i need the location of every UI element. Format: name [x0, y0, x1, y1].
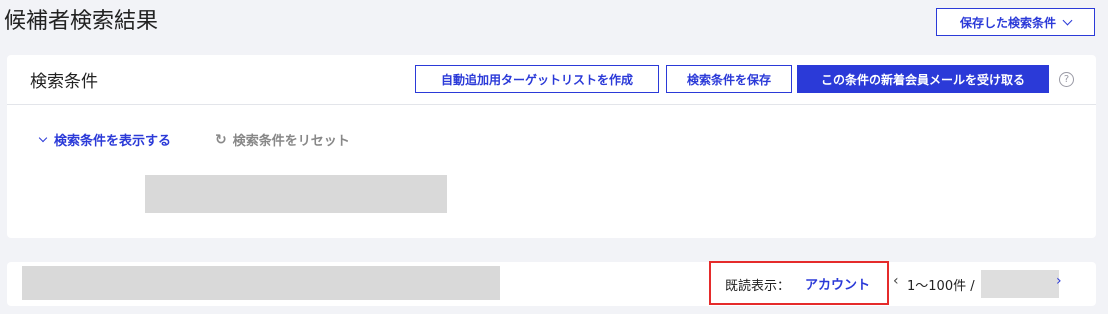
- show-search-conditions-link[interactable]: 検索条件を表示する: [38, 130, 172, 149]
- show-search-conditions-label: 検索条件を表示する: [54, 134, 172, 149]
- read-display-label: 既読表示：: [725, 279, 791, 294]
- create-auto-target-list-button[interactable]: 自動追加用ターゲットリストを作成: [415, 65, 659, 93]
- page-title: 候補者検索結果: [4, 9, 159, 34]
- reset-search-conditions-label: 検索条件をリセット: [232, 134, 350, 149]
- previous-page-icon[interactable]: ‹: [893, 273, 899, 289]
- chevron-down-icon: [38, 133, 48, 142]
- card-divider: [7, 104, 1096, 105]
- reset-icon: ↻: [215, 131, 227, 148]
- reset-search-conditions-link[interactable]: ↻ 検索条件をリセット: [215, 130, 350, 150]
- help-icon[interactable]: ?: [1059, 72, 1074, 87]
- saved-conditions-button[interactable]: 保存した検索条件: [936, 8, 1095, 36]
- chevron-down-icon: [1062, 15, 1073, 25]
- result-range: 1〜100件 /: [907, 279, 975, 294]
- next-page-icon[interactable]: ›: [1056, 273, 1062, 289]
- redacted-block: [22, 266, 500, 300]
- save-search-conditions-button[interactable]: 検索条件を保存: [666, 65, 792, 93]
- redacted-block: [981, 270, 1059, 298]
- search-card-title: 検索条件: [30, 72, 98, 92]
- redacted-block: [145, 175, 447, 213]
- search-conditions-card: 検索条件 自動追加用ターゲットリストを作成 検索条件を保存 この条件の新着会員メ…: [7, 55, 1096, 238]
- read-display-selector[interactable]: アカウント: [805, 274, 870, 293]
- result-bar: 既読表示： アカウント ‹ 1〜100件 / ›: [7, 261, 1096, 306]
- saved-conditions-label: 保存した検索条件: [959, 15, 1056, 30]
- page: 候補者検索結果 保存した検索条件 検索条件 自動追加用ターゲットリストを作成 検…: [0, 0, 1108, 314]
- receive-new-member-mail-button[interactable]: この条件の新着会員メールを受け取る: [797, 65, 1049, 93]
